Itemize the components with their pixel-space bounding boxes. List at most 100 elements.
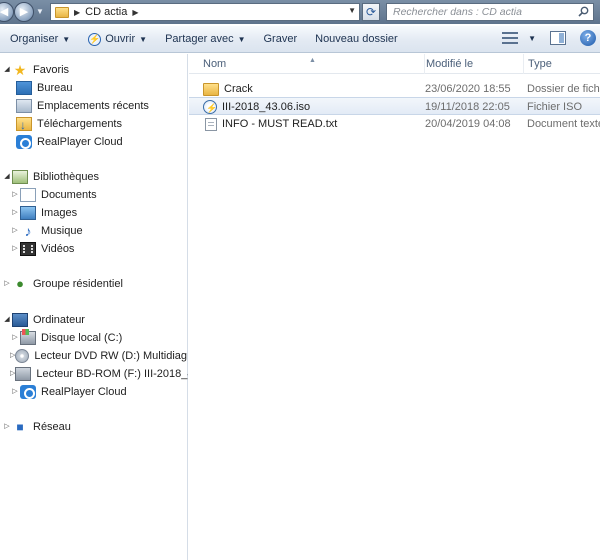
nav-item-documents[interactable]: ▷ Documents	[10, 186, 97, 204]
refresh-button[interactable]: ⟳	[362, 3, 380, 21]
network-icon: ■	[16, 420, 24, 434]
videos-icon	[20, 242, 36, 256]
back-button[interactable]: ◀	[0, 2, 14, 22]
recent-pages-dropdown[interactable]: ▼	[36, 7, 44, 16]
nav-item-bd-drive[interactable]: ▷ Lecteur BD-ROM (F:) III-2018_43.06	[10, 365, 188, 383]
help-icon[interactable]: ?	[580, 30, 596, 46]
forward-button[interactable]: ▶	[14, 2, 34, 22]
expand-arrow-icon[interactable]: ▷	[2, 418, 12, 436]
expand-arrow-icon[interactable]: ◢	[2, 61, 12, 79]
column-label: Type	[528, 58, 552, 70]
expand-arrow-icon[interactable]: ▷	[10, 240, 20, 258]
nav-label: Disque local (C:)	[41, 332, 123, 344]
share-label: Partager avec	[165, 33, 234, 45]
expand-arrow-icon[interactable]: ▷	[10, 186, 20, 204]
address-history-dropdown[interactable]: ▼	[348, 6, 356, 15]
text-file-icon	[205, 117, 217, 131]
nav-item-desktop[interactable]: Bureau	[16, 79, 72, 97]
hard-drive-icon	[20, 329, 36, 345]
file-name-cell[interactable]: Crack	[203, 80, 413, 98]
nav-item-downloads[interactable]: Téléchargements	[16, 115, 122, 133]
breadcrumb-separator-icon[interactable]: ▶	[74, 8, 80, 17]
column-label: Nom	[203, 58, 227, 70]
navigation-pane: ◢ ★ Favoris Bureau Emplacements récents …	[0, 54, 188, 560]
open-button[interactable]: ⚡ Ouvrir ▼	[82, 28, 153, 50]
burn-button[interactable]: Graver	[258, 28, 304, 50]
share-with-button[interactable]: Partager avec ▼	[159, 28, 251, 50]
expand-arrow-icon[interactable]: ▷	[10, 222, 20, 240]
address-bar[interactable]: ▶ CD actia ▶ ▼	[50, 3, 360, 21]
nav-item-dvd-drive[interactable]: ▷ Lecteur DVD RW (D:) Multidiag 20	[10, 347, 188, 365]
nav-item-realplayer-cloud-drive[interactable]: ▷ RealPlayer Cloud	[10, 383, 127, 401]
file-list-pane: Nom ▲ Modifié le Type Crack 23/06/2020 1…	[189, 54, 600, 560]
breadcrumb-current-folder[interactable]: CD actia	[85, 6, 127, 18]
preview-pane-icon[interactable]	[550, 31, 566, 45]
nav-item-images[interactable]: ▷ Images	[10, 204, 77, 222]
column-label: Modifié le	[426, 58, 474, 70]
nav-item-homegroup[interactable]: ▷ ● Groupe résidentiel	[2, 275, 123, 293]
homegroup-icon: ●	[16, 276, 24, 291]
file-row[interactable]: INFO - MUST READ.txt 20/04/2019 04:08 Do…	[189, 115, 600, 133]
nav-label: Images	[41, 207, 78, 219]
breadcrumb-separator-icon[interactable]: ▶	[132, 8, 138, 17]
column-header-modified[interactable]: Modifié le	[422, 54, 524, 74]
nav-item-local-disk[interactable]: ▷ Disque local (C:)	[10, 329, 122, 347]
new-folder-button[interactable]: Nouveau dossier	[309, 28, 404, 50]
search-box[interactable]: Rechercher dans : CD actia	[386, 3, 594, 21]
recent-places-icon	[16, 99, 32, 113]
nav-item-network[interactable]: ▷ ■ Réseau	[2, 418, 71, 436]
file-name-cell[interactable]: III-2018_43.06.iso	[203, 98, 413, 116]
chevron-down-icon: ▼	[139, 35, 148, 44]
column-header-name[interactable]: Nom ▲	[199, 54, 425, 74]
expand-arrow-icon[interactable]: ▷	[10, 383, 20, 401]
nav-label: Lecteur DVD RW (D:) Multidiag 20	[34, 350, 188, 362]
computer-icon	[12, 313, 28, 327]
search-icon[interactable]	[578, 6, 589, 17]
expand-arrow-icon[interactable]: ▷	[10, 204, 20, 222]
bd-drive-icon	[15, 367, 32, 381]
nav-item-libraries[interactable]: ◢ Bibliothèques	[2, 168, 99, 186]
file-type: Fichier ISO	[527, 101, 583, 113]
nav-label: RealPlayer Cloud	[41, 386, 127, 398]
view-options-dropdown[interactable]: ▼	[528, 34, 536, 43]
expand-arrow-icon[interactable]: ◢	[2, 311, 12, 329]
column-header-row: Nom ▲ Modifié le Type	[189, 54, 600, 74]
file-type: Document texte	[527, 118, 600, 130]
folder-icon	[203, 82, 219, 96]
expand-arrow-icon[interactable]: ▷	[2, 275, 12, 293]
file-modified: 23/06/2020 18:55	[425, 83, 511, 95]
file-row[interactable]: Crack 23/06/2020 18:55 Dossier de fichie…	[189, 80, 600, 98]
expand-arrow-icon[interactable]: ◢	[2, 168, 12, 186]
chevron-down-icon: ▼	[237, 35, 246, 44]
file-type: Dossier de fichiers	[527, 83, 600, 95]
images-icon	[20, 206, 36, 220]
file-modified: 19/11/2018 22:05	[425, 101, 510, 113]
expand-arrow-icon[interactable]: ▷	[10, 329, 20, 347]
libraries-icon	[12, 170, 28, 184]
file-modified: 20/04/2019 04:08	[425, 118, 511, 130]
nav-label: Bureau	[37, 82, 73, 94]
change-view-icon[interactable]	[502, 31, 519, 45]
command-toolbar: Organiser ▼ ⚡ Ouvrir ▼ Partager avec ▼ Grave…	[0, 26, 600, 53]
nav-item-computer[interactable]: ◢ Ordinateur	[2, 311, 85, 329]
nav-label: RealPlayer Cloud	[37, 136, 123, 148]
nav-item-realplayer-cloud[interactable]: RealPlayer Cloud	[16, 133, 123, 151]
nav-label: Lecteur BD-ROM (F:) III-2018_43.06	[36, 368, 188, 380]
search-placeholder[interactable]: Rechercher dans : CD actia	[393, 6, 522, 18]
nav-label: Musique	[41, 225, 83, 237]
downloads-icon	[16, 116, 32, 133]
dvd-drive-icon	[15, 349, 30, 363]
file-row[interactable]: III-2018_43.06.iso 19/11/2018 22:05 Fich…	[189, 97, 600, 116]
file-name: Crack	[224, 83, 253, 95]
file-name-cell[interactable]: INFO - MUST READ.txt	[203, 115, 413, 133]
nav-label: Ordinateur	[33, 314, 85, 326]
file-name: INFO - MUST READ.txt	[222, 118, 338, 130]
nav-item-recent-places[interactable]: Emplacements récents	[16, 97, 149, 115]
realplayer-icon	[20, 385, 36, 399]
chevron-down-icon: ▼	[62, 35, 71, 44]
nav-item-videos[interactable]: ▷ Vidéos	[10, 240, 74, 258]
organize-menu-button[interactable]: Organiser ▼	[4, 28, 76, 50]
column-header-type[interactable]: Type	[524, 54, 600, 74]
nav-item-music[interactable]: ▷ ♪ Musique	[10, 222, 83, 240]
nav-item-favorites[interactable]: ◢ ★ Favoris	[2, 61, 69, 79]
